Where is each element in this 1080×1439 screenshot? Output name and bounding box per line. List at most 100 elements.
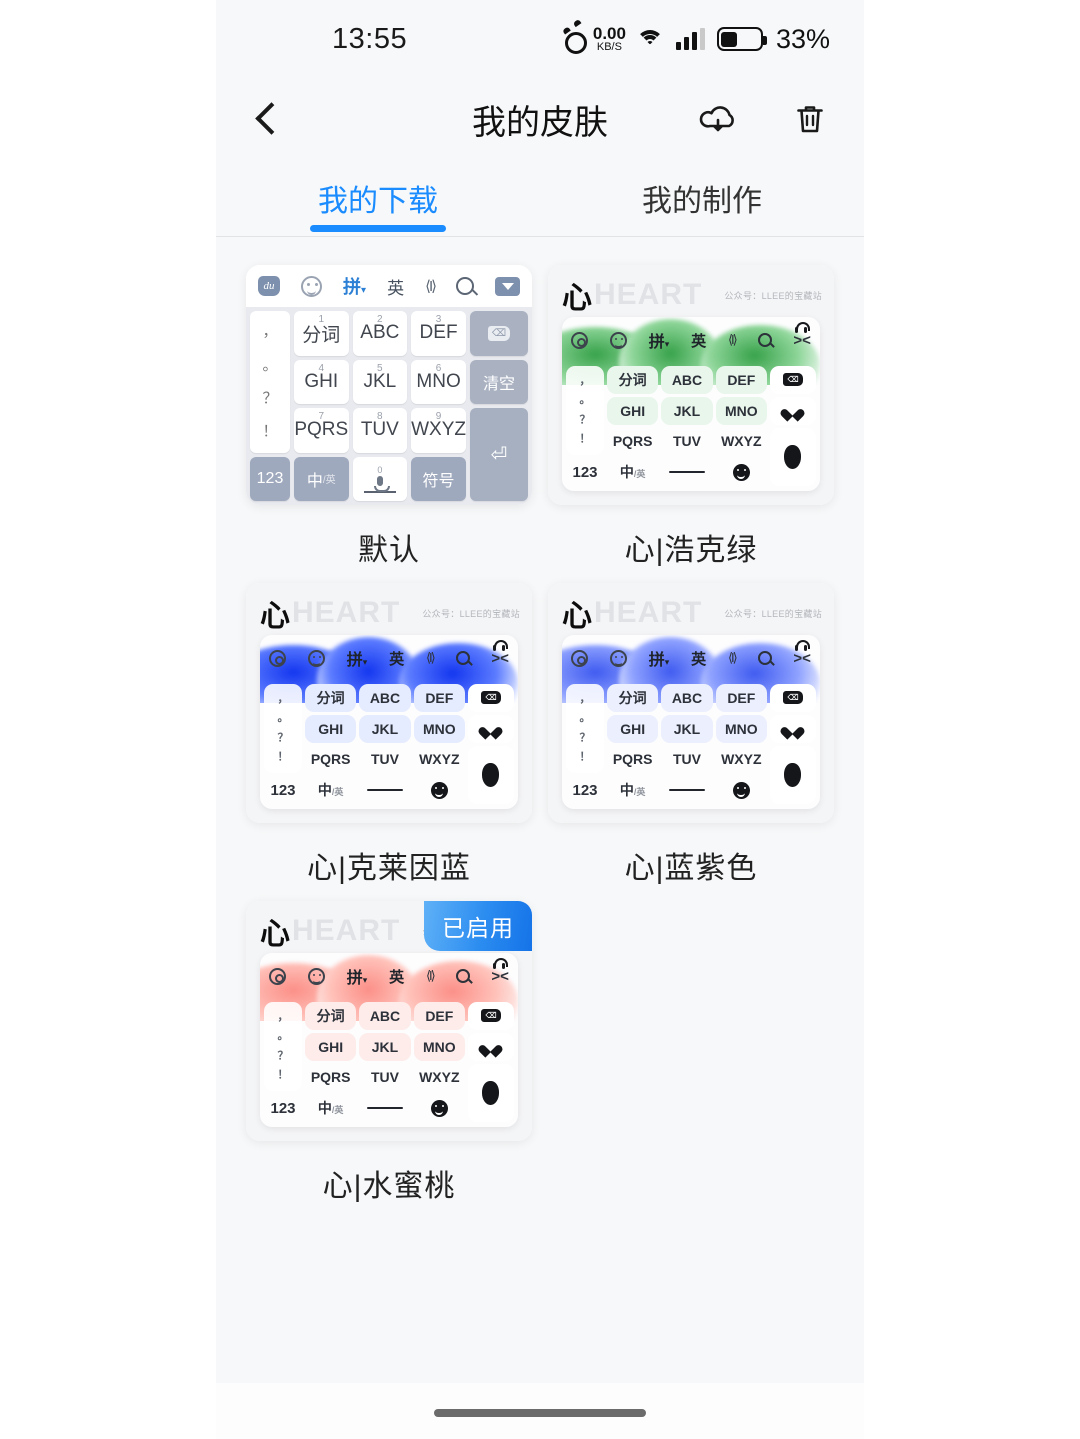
key-5: JKL [359,1032,411,1061]
preview-keyboard: 拼▾ 英 ⟨I⟩ >< ， 。 ？ ！ 分词 ABC DEF ⌫ GHI JKL… [562,635,820,809]
watermark: 心 HEART [260,909,400,953]
status-time: 13:55 [332,22,408,55]
home-indicator[interactable] [434,1409,646,1417]
key-7: PQRS [607,745,659,774]
enter-key [467,1063,514,1122]
emoji-key [715,458,767,486]
key-7: 7 PQRS [294,408,349,453]
key-2: ABC [359,1002,411,1030]
english-label: 英 [389,650,405,668]
tab-bar: 我的下载 我的制作 [216,160,864,236]
tab-my-creations[interactable]: 我的制作 [540,160,864,236]
skin-card-default[interactable]: du 拼▾ 英 ⟨I⟩ ， 。 ？ ！ 1 分词 2 ABC 3 DEF ⌫ 4… [246,265,532,505]
pinyin-label: 拼▾ [346,652,368,669]
watermark-text: HEART [594,278,703,311]
trash-icon[interactable] [790,99,830,139]
tab-my-downloads[interactable]: 我的下载 [216,160,540,236]
backspace-key: ⌫ [769,366,816,394]
hide-eye-icon: >< [793,649,811,667]
pinyin-label: 拼▾ [346,970,368,987]
cloud-download-icon[interactable] [698,99,738,139]
skin-card-4[interactable]: 已启用 心 HEART 公众号：LLEE的宝藏站 拼▾ 英 ⟨ [246,901,532,1141]
watermark-text: HEART [292,596,401,629]
key-9: 9 WXYZ [411,408,466,453]
key-2: ABC [359,684,411,712]
pinyin-label: 拼▾ [648,652,670,669]
key-6: MNO [413,714,465,743]
heart-logo-icon: 心 [562,281,593,316]
headphone-icon [795,640,810,651]
key-3: DEF [715,684,767,712]
preview-toolbar: 拼▾ 英 ⟨I⟩ >< [260,635,518,681]
signal-icon [675,28,705,50]
punctuation-key: ， 。 ？ ！ [566,366,604,456]
gear-icon [269,967,286,985]
english-label: 英 [691,650,707,668]
alarm-icon [563,28,587,54]
cursor-move-icon: ⟨I⟩ [425,968,436,983]
numeric-key: 123 [566,458,604,486]
skin-cell[interactable]: 已启用 心 HEART 公众号：LLEE的宝藏站 拼▾ 英 ⟨ [238,891,540,1209]
backspace-key: ⌫ [769,684,816,712]
skin-card-3[interactable]: 心 HEART 公众号：LLEE的宝藏站 拼▾ 英 ⟨I⟩ >< ， 。 ？ ！… [548,583,834,823]
key-7: PQRS [607,427,659,456]
cursor-move-icon: ⟨I⟩ [425,278,437,295]
cursor-move-icon: ⟨I⟩ [727,332,738,347]
punctuation-key: ， 。 ？ ！ [250,311,290,453]
key-8: TUV [359,1063,411,1092]
key-6: MNO [715,714,767,743]
emoji-icon [307,967,325,985]
preview-toolbar: 拼▾ 英 ⟨I⟩ >< [260,953,518,999]
key-1: 分词 [305,684,357,712]
language-key: 中/英 [305,776,357,804]
key-1: 分词 [607,366,659,394]
skin-cell[interactable]: du 拼▾ 英 ⟨I⟩ ， 。 ？ ！ 1 分词 2 ABC 3 DEF ⌫ 4… [238,255,540,573]
skin-cell[interactable]: 心 HEART 公众号：LLEE的宝藏站 拼▾ 英 ⟨I⟩ >< ， 。 ？ ！… [540,255,842,573]
space-key [359,776,411,804]
keyboard-preview-themed: 心 HEART 公众号：LLEE的宝藏站 拼▾ 英 ⟨I⟩ [246,583,532,823]
key-4: GHI [305,714,357,743]
english-label: 英 [387,278,405,298]
heart-logo-icon: 心 [260,917,291,952]
emoji-icon [609,649,627,667]
pinyin-label: 拼▾ [343,277,367,297]
skin-card-1[interactable]: 心 HEART 公众号：LLEE的宝藏站 拼▾ 英 ⟨I⟩ >< ， 。 ？ ！… [548,265,834,505]
emoji-icon [609,331,627,349]
enter-key [769,745,816,804]
watermark: 心 HEART [260,591,400,635]
key-1: 分词 [305,1002,357,1030]
hide-eye-icon: >< [793,331,811,349]
space-key: 0 [352,456,408,501]
skin-name: 默认 [358,534,420,567]
backspace-key: ⌫ [470,311,528,356]
cursor-move-icon: ⟨I⟩ [727,650,738,665]
skin-cell[interactable]: 心 HEART 公众号：LLEE的宝藏站 拼▾ 英 ⟨I⟩ >< ， 。 ？ ！… [540,573,842,891]
gear-icon [571,649,588,667]
watermark-text: HEART [292,914,401,947]
symbols-key: 符号 [411,456,466,501]
key-8: TUV [359,745,411,774]
microphone-icon [373,475,390,492]
language-key: 中/英 [607,458,659,486]
battery-icon [716,27,767,51]
key-4: 4 GHI [294,359,349,404]
key-9: WXYZ [715,745,767,774]
skin-cell[interactable]: 心 HEART 公众号：LLEE的宝藏站 拼▾ 英 ⟨I⟩ >< ， 。 ？ ！… [238,573,540,891]
key-2: ABC [661,684,713,712]
skin-card-2[interactable]: 心 HEART 公众号：LLEE的宝藏站 拼▾ 英 ⟨I⟩ >< ， 。 ？ ！… [246,583,532,823]
search-icon [455,969,470,983]
preview-keys: ， 。 ？ ！ 分词 ABC DEF ⌫ GHI JKL MNO PQRS TU… [562,681,820,809]
key-9: WXYZ [715,427,767,456]
space-key [359,1094,411,1122]
key-7: PQRS [305,1063,357,1092]
chevron-down-icon [495,276,520,296]
hide-eye-icon: >< [491,967,509,985]
key-6: MNO [715,396,767,425]
back-chevron-icon[interactable] [250,102,284,136]
numeric-key: 123 [264,776,302,804]
clear-key: 清空 [470,359,528,404]
language-key: 中/英 [305,1094,357,1122]
key-3: DEF [413,1002,465,1030]
keyboard-preview-default: du 拼▾ 英 ⟨I⟩ ， 。 ？ ！ 1 分词 2 ABC 3 DEF ⌫ 4… [246,265,532,505]
watermark: 心 HEART [562,273,702,317]
